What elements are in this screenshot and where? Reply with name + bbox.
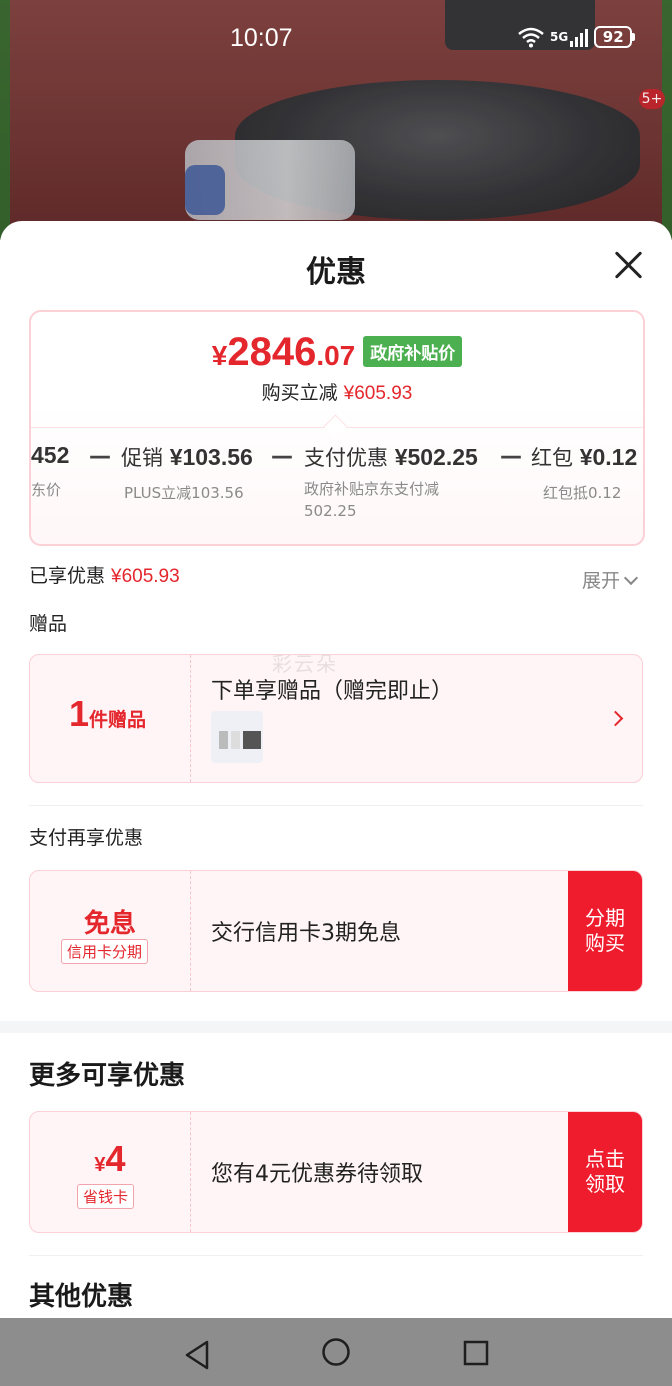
section-gap xyxy=(0,1021,672,1033)
final-price: ¥2846.07 xyxy=(212,330,356,375)
other-discounts-title: 其他优惠 xyxy=(29,1282,134,1312)
breakdown-payment-sub-line1: 政府补贴京东支付减 xyxy=(304,480,440,498)
breakdown-promo-sub: PLUS立减103.56 xyxy=(124,484,244,502)
status-icons: 5G 92 xyxy=(518,26,636,48)
enjoyed-amount: ¥605.93 xyxy=(111,566,180,587)
breakdown-payment-label: 支付优惠 xyxy=(304,446,388,470)
nav-home-icon[interactable] xyxy=(321,1337,351,1367)
gift-thumbnail[interactable] xyxy=(211,711,263,763)
installment-button-line2: 购买 xyxy=(585,931,625,955)
signal-icon xyxy=(570,27,589,47)
enjoyed-discount: 已享优惠 ¥605.93 xyxy=(29,561,180,588)
price-decimal: .07 xyxy=(316,340,356,371)
claim-coupon-button-label: 点击 领取 xyxy=(585,1147,625,1197)
installment-card[interactable]: 免息 信用卡分期 交行信用卡3期免息 分期 购买 xyxy=(29,870,643,992)
interest-free-title: 免息 xyxy=(83,909,136,939)
cart-badge: 5+ xyxy=(639,89,665,109)
gift-section-label: 赠品 xyxy=(29,613,68,635)
price-currency: ¥ xyxy=(211,340,228,371)
status-time: 10:07 xyxy=(230,24,293,52)
battery-icon: 92 xyxy=(594,26,636,48)
coupon-text: 您有4元优惠券待领取 xyxy=(211,1162,423,1187)
close-icon[interactable] xyxy=(612,249,644,281)
system-nav-bar xyxy=(0,1318,672,1386)
nav-recent-icon[interactable] xyxy=(463,1340,489,1366)
sheet-title: 优惠 xyxy=(306,255,366,290)
coupon-card[interactable]: ¥4 省钱卡 您有4元优惠券待领取 点击 领取 xyxy=(29,1111,643,1233)
gov-subsidy-tag: 政府补贴价 xyxy=(363,336,463,367)
breakdown-dash: — xyxy=(500,444,522,469)
price-card: ¥2846.07 政府补贴价 购买立减 ¥605.93 452 东价 — 促销 ¥… xyxy=(29,310,645,546)
reduce-label: 购买立减 xyxy=(261,382,338,404)
breakdown-base-sub: 东价 xyxy=(31,481,62,499)
credit-installment-tag: 信用卡分期 xyxy=(61,939,149,964)
breakdown-redpacket-value: ¥0.12 xyxy=(579,444,638,470)
section-divider xyxy=(29,805,643,806)
breakdown-base-value: 452 xyxy=(31,442,70,468)
enjoyed-label: 已享优惠 xyxy=(29,565,106,587)
breakdown-promo-value: ¥103.56 xyxy=(169,444,253,470)
final-price-row: ¥2846.07 政府补贴价 xyxy=(31,330,643,375)
claim-button-line1: 点击 xyxy=(585,1147,625,1171)
claim-coupon-button[interactable]: 点击 领取 xyxy=(568,1112,642,1232)
section-divider xyxy=(29,1255,643,1256)
breakdown-base-main: 452 xyxy=(31,442,69,469)
more-discounts-title: 更多可享优惠 xyxy=(29,1061,186,1091)
breakdown-dash: — xyxy=(271,444,293,469)
breakdown-promo-label: 促销 xyxy=(121,446,163,470)
price-divider-notch xyxy=(323,414,348,439)
price-breakdown[interactable]: 452 东价 — 促销 ¥103.56 PLUS立减103.56 — 支付优惠 … xyxy=(31,442,643,532)
expand-label: 展开 xyxy=(582,570,621,592)
status-bar: 10:07 5G 92 xyxy=(0,0,672,78)
claim-button-line2: 领取 xyxy=(585,1172,625,1196)
reduce-amount: ¥605.93 xyxy=(343,383,413,404)
coupon-amount: ¥4 xyxy=(30,1138,190,1180)
coupon-value: 4 xyxy=(105,1138,126,1179)
breakdown-redpacket-sub: 红包抵0.12 xyxy=(543,484,622,502)
chevron-right-icon xyxy=(607,710,624,727)
gift-count-number: 1 xyxy=(69,693,90,734)
chevron-down-icon xyxy=(623,570,639,586)
installment-buy-button[interactable]: 分期 购买 xyxy=(568,871,642,991)
breakdown-payment-main: 支付优惠 ¥502.25 xyxy=(304,442,478,472)
breakdown-dash: — xyxy=(89,444,111,469)
breakdown-promo-main: 促销 ¥103.56 xyxy=(121,442,253,472)
breakdown-redpacket-main: 红包 ¥0.12 xyxy=(531,442,637,472)
watermark: 彩云朵 xyxy=(272,652,338,676)
breakdown-payment-value: ¥502.25 xyxy=(394,444,478,470)
breakdown-item-base: 452 东价 xyxy=(31,442,69,501)
gift-count-suffix: 件赠品 xyxy=(89,709,147,731)
discount-sheet: 优惠 ¥2846.07 政府补贴价 购买立减 ¥605.93 452 东价 — 促… xyxy=(0,221,672,1318)
breakdown-redpacket-label: 红包 xyxy=(531,446,573,470)
breakdown-payment-sub: 政府补贴京东支付减 502.25 xyxy=(304,478,478,522)
installment-buy-button-label: 分期 购买 xyxy=(585,906,625,956)
gift-title: 下单享赠品（赠完即止） xyxy=(211,679,454,704)
breakdown-item-payment: 支付优惠 ¥502.25 政府补贴京东支付减 502.25 xyxy=(304,442,478,522)
installment-button-line1: 分期 xyxy=(585,906,625,930)
expand-button[interactable]: 展开 xyxy=(582,566,639,593)
price-integer: 2846 xyxy=(227,330,317,374)
coupon-currency: ¥ xyxy=(94,1154,106,1176)
network-type: 5G xyxy=(550,30,569,44)
breakdown-item-promo: 促销 ¥103.56 PLUS立减103.56 xyxy=(121,442,253,504)
breakdown-item-redpacket: 红包 ¥0.12 红包抵0.12 xyxy=(531,442,637,504)
saving-card-tag: 省钱卡 xyxy=(77,1184,135,1209)
pay-section-label: 支付再享优惠 xyxy=(29,827,144,849)
gift-count: 1件赠品 xyxy=(69,693,146,735)
breakdown-payment-sub-line2: 502.25 xyxy=(304,502,357,520)
purchase-reduce: 购买立减 ¥605.93 xyxy=(31,378,643,405)
installment-text: 交行信用卡3期免息 xyxy=(211,921,401,946)
wifi-icon xyxy=(518,27,544,48)
